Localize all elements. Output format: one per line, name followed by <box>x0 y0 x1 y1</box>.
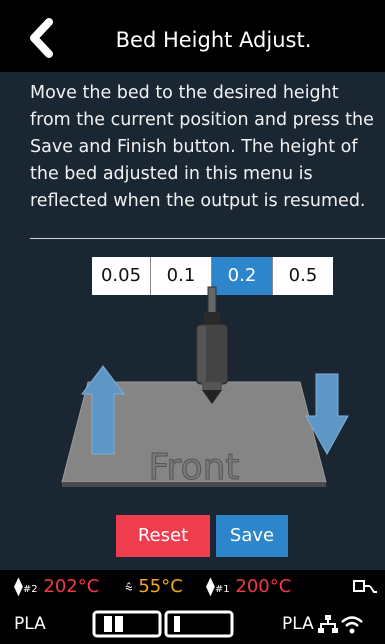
nozzle-icon: ⧫ <box>14 576 23 597</box>
save-button[interactable]: Save <box>216 515 288 557</box>
bed-illustration: Front <box>61 286 349 489</box>
bed-temp: ⩯ 55°C <box>125 576 183 597</box>
ethernet-icon <box>318 615 338 633</box>
material-right: PLA <box>282 614 314 634</box>
instruction-text: Move the bed to the desired height from … <box>30 83 374 211</box>
usb-icon <box>353 580 377 593</box>
reset-button[interactable]: Reset <box>116 515 210 557</box>
header-bar: Bed Height Adjust. <box>0 0 385 72</box>
extruder2-temp: ⧫#2 202°C <box>14 576 100 597</box>
material-left: PLA <box>14 614 46 634</box>
divider <box>30 238 385 239</box>
extruder1-temp: ⧫#1 200°C <box>206 576 292 597</box>
filament-slots <box>92 610 234 638</box>
plate-label: Front <box>148 447 239 488</box>
page-title: Bed Height Adjust. <box>115 28 312 52</box>
status-bar: ⧫#2 202°C ⩯ 55°C ⧫#1 200°C PLA PLA <box>0 570 385 644</box>
screen: Bed Height Adjust. Move the bed to the d… <box>0 0 385 644</box>
chevron-left-icon[interactable] <box>22 18 62 58</box>
nozzle-icon: ⧫ <box>206 576 215 597</box>
bed-heat-icon: ⩯ <box>125 581 133 596</box>
wifi-icon <box>341 616 363 634</box>
